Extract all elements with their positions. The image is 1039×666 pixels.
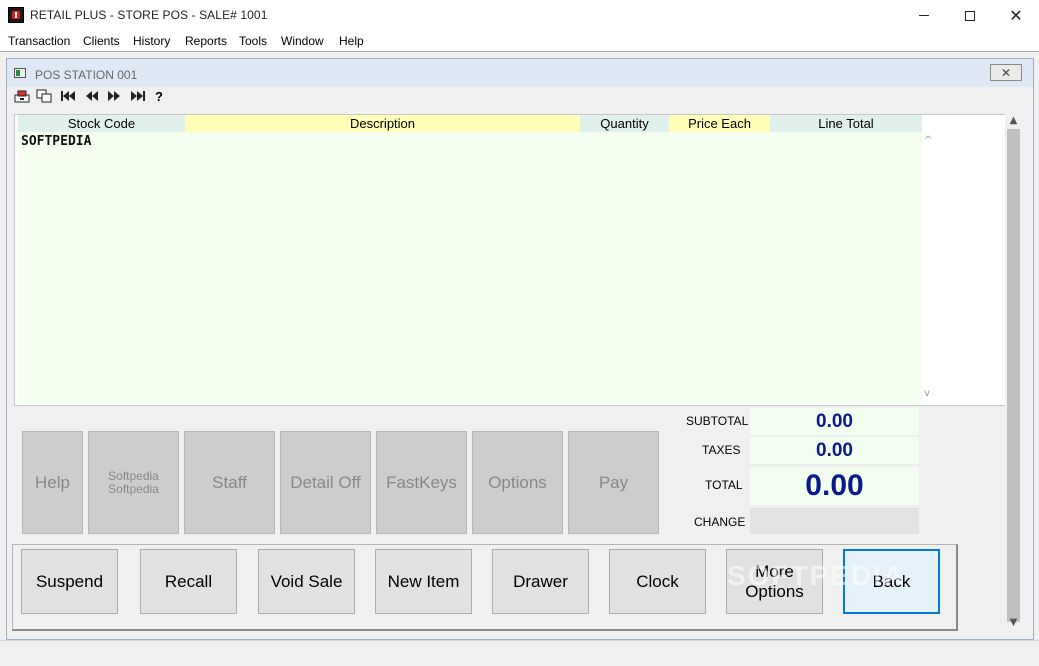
grid-scroll-down-icon[interactable]: v	[924, 388, 930, 399]
app-logo-icon	[8, 7, 24, 23]
menu-transaction[interactable]: Transaction	[8, 34, 70, 48]
staff-button[interactable]: Staff	[184, 431, 275, 534]
suspend-button[interactable]: Suspend	[21, 549, 118, 614]
chevron-down-icon[interactable]: ▼	[1005, 616, 1022, 630]
back-button[interactable]: Back	[843, 549, 940, 614]
more-options-button[interactable]: More Options	[726, 549, 823, 614]
menu-history[interactable]: History	[133, 34, 170, 48]
help-icon[interactable]: ?	[151, 88, 167, 104]
minimize-icon	[919, 15, 929, 16]
fastkeys-button[interactable]: FastKeys	[376, 431, 467, 534]
menu-reports[interactable]: Reports	[185, 34, 227, 48]
clock-button[interactable]: Clock	[609, 549, 706, 614]
scrollbar-thumb[interactable]	[1007, 129, 1020, 622]
void-sale-button[interactable]: Void Sale	[258, 549, 355, 614]
window-title: RETAIL PLUS - STORE POS - SALE# 1001	[30, 8, 268, 22]
open-drawer-icon[interactable]	[14, 88, 30, 104]
more-options-label-line1: More	[755, 561, 794, 581]
pos-station-close-button[interactable]: ✕	[990, 64, 1022, 81]
taxes-label: TAXES	[702, 443, 741, 457]
grid-body[interactable]: SOFTPEDIA	[18, 132, 922, 403]
total-value: 0.00	[750, 467, 919, 505]
pos-station-icon	[14, 68, 26, 78]
change-value	[750, 508, 919, 534]
detail-off-button[interactable]: Detail Off	[280, 431, 371, 534]
change-label: CHANGE	[694, 515, 746, 529]
title-bar: RETAIL PLUS - STORE POS - SALE# 1001 ✕	[0, 0, 1039, 31]
close-icon: ✕	[1000, 65, 1012, 80]
softpedia-button[interactable]: Softpedia Softpedia	[88, 431, 179, 534]
options-button[interactable]: Options	[472, 431, 563, 534]
softpedia-label-line2: Softpedia	[108, 481, 159, 496]
pay-button[interactable]: Pay	[568, 431, 659, 534]
drawer-button[interactable]: Drawer	[492, 549, 589, 614]
close-button[interactable]: ✕	[993, 0, 1039, 31]
new-item-button[interactable]: New Item	[375, 549, 472, 614]
pos-station-title: POS STATION 001	[35, 68, 138, 82]
menu-help[interactable]: Help	[339, 34, 364, 48]
previous-record-icon[interactable]	[84, 88, 100, 104]
column-description[interactable]: Description	[185, 115, 580, 132]
copy-window-icon[interactable]	[36, 88, 52, 104]
window-scrollbar[interactable]: ▲ ▼	[1005, 114, 1022, 632]
column-stock-code[interactable]: Stock Code	[18, 115, 185, 132]
more-options-label-line2: Options	[745, 581, 804, 601]
last-record-icon[interactable]	[130, 88, 146, 104]
menu-tools[interactable]: Tools	[239, 34, 267, 48]
menu-window[interactable]: Window	[281, 34, 324, 48]
close-icon: ✕	[1009, 5, 1023, 25]
menu-bar: Transaction Clients History Reports Tool…	[0, 31, 1039, 51]
pos-station-titlebar: POS STATION 001 ✕	[7, 59, 1033, 87]
column-quantity[interactable]: Quantity	[580, 115, 669, 132]
column-line-total[interactable]: Line Total	[770, 115, 922, 132]
first-record-icon[interactable]	[60, 88, 76, 104]
table-row[interactable]: SOFTPEDIA	[21, 134, 91, 149]
column-price-each[interactable]: Price Each	[669, 115, 770, 132]
next-record-icon[interactable]	[106, 88, 122, 104]
grid-scroll-up-icon[interactable]: ^	[924, 135, 932, 146]
softpedia-label-line1: Softpedia	[108, 468, 159, 483]
status-bar	[0, 640, 1039, 666]
total-label: TOTAL	[705, 478, 743, 492]
menu-clients[interactable]: Clients	[83, 34, 120, 48]
taxes-value: 0.00	[750, 437, 919, 464]
subtotal-value: 0.00	[750, 408, 919, 435]
minimize-button[interactable]	[901, 0, 947, 31]
subtotal-label: SUBTOTAL	[686, 414, 749, 428]
maximize-button[interactable]	[947, 0, 993, 31]
maximize-icon	[965, 10, 975, 21]
chevron-up-icon[interactable]: ▲	[1005, 114, 1022, 128]
help-button[interactable]: Help	[22, 431, 83, 534]
recall-button[interactable]: Recall	[140, 549, 237, 614]
